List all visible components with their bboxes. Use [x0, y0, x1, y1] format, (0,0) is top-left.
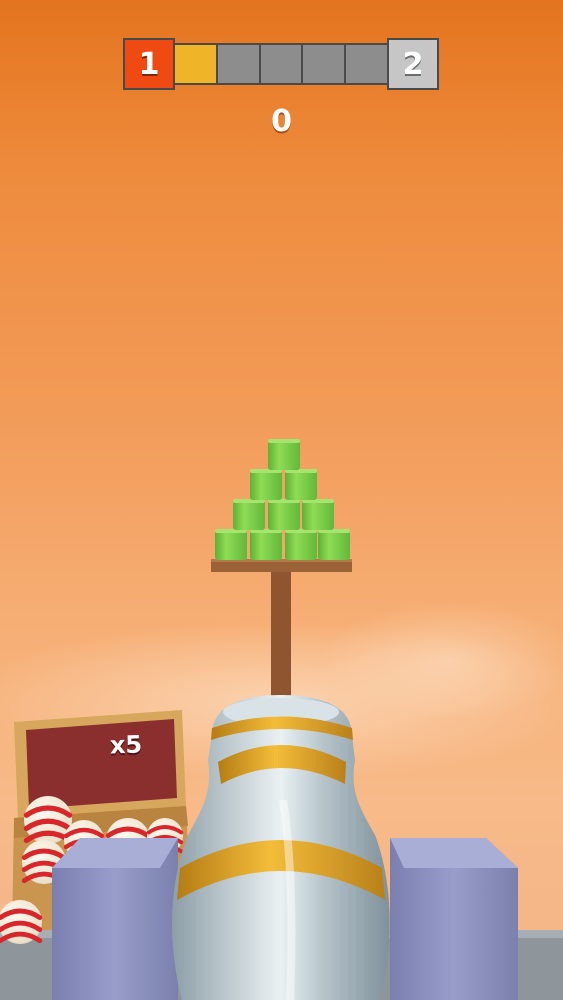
stand-pole	[271, 570, 291, 700]
green-can[interactable]	[302, 499, 334, 530]
level-progress-bar: 1 2	[123, 38, 439, 92]
cannon-ball	[0, 900, 43, 944]
green-can[interactable]	[233, 499, 265, 530]
progress-segment	[217, 45, 261, 83]
can-pyramid[interactable]	[215, 439, 350, 560]
progress-segment	[175, 45, 218, 83]
cannon-support-left	[52, 838, 178, 1000]
target-stand	[211, 559, 352, 700]
green-can[interactable]	[250, 529, 282, 560]
green-can[interactable]	[250, 469, 282, 500]
progress-segment	[346, 45, 387, 83]
progress-segment	[260, 45, 304, 83]
green-can[interactable]	[215, 529, 247, 560]
green-can[interactable]	[285, 469, 317, 500]
green-can[interactable]	[268, 439, 300, 470]
cannon[interactable]	[171, 695, 390, 1000]
progress-segment	[303, 45, 347, 83]
cannon-support-right	[390, 838, 518, 1000]
green-can[interactable]	[285, 529, 317, 560]
ball-count-label: x5	[109, 730, 143, 760]
green-can[interactable]	[268, 499, 300, 530]
game-world[interactable]	[0, 0, 563, 1000]
green-can[interactable]	[318, 529, 350, 560]
score-counter: 0	[271, 104, 292, 139]
next-level-badge: 2	[387, 38, 439, 90]
game-scene[interactable]: 1 2 0 x5	[0, 0, 563, 1000]
progress-segments	[175, 43, 387, 85]
current-level-badge: 1	[123, 38, 175, 90]
